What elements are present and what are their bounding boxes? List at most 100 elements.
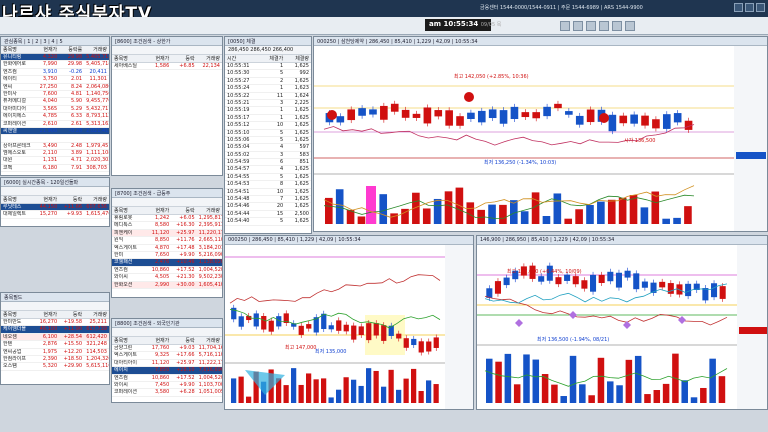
table-row[interactable]: 10:54:46 20 1,625 xyxy=(225,203,311,211)
table-row[interactable]: 코퍼레이션 2,610 2.615,313,162 xyxy=(1,121,109,128)
table-row[interactable]: 10:55:30 5 992 xyxy=(225,70,311,78)
column-header[interactable]: 등락 xyxy=(171,207,196,214)
daily-chart[interactable]: 146,900 | 286,950 | 85,410 | 1,229 | 42,… xyxy=(476,235,768,410)
column-header[interactable]: 현재가 xyxy=(34,311,59,318)
table-row[interactable]: 10:54:57 4 1,625 xyxy=(225,166,311,174)
table-row[interactable]: 루닛테스 44,150 +11.66 607,636 xyxy=(1,204,109,212)
watchlist-tabs[interactable]: 관심종목 | 1 | 2 | 3 | 4 | 5 xyxy=(1,37,109,46)
column-header[interactable]: 거래량 xyxy=(84,46,109,53)
column-header[interactable]: 종목명 xyxy=(112,55,146,62)
table-row[interactable]: 10:55:22 11 1,624 xyxy=(225,93,311,100)
table-row[interactable]: 피엔케이 11,120 +25.9711,220,174 xyxy=(112,229,222,238)
table-row[interactable]: 휴림로봇 1,242 +6.05 1,295,817 xyxy=(112,215,222,223)
lock-icon[interactable] xyxy=(625,21,635,31)
column-header[interactable]: 현재가 xyxy=(146,207,171,214)
table-row[interactable]: 유니티링 4,320 29.985,405,718 xyxy=(1,54,109,62)
table-row[interactable]: 엑스게이트 4,870 +17.48 3,184,201 xyxy=(112,245,222,252)
table-row[interactable]: 엠에스오토 2,110 3.891,111,108 xyxy=(1,150,109,158)
table-row[interactable]: 한미사 7,600 4.811,140,750 xyxy=(1,91,109,99)
table-row[interactable]: 10:54:53 8 1,625 xyxy=(225,181,311,189)
column-header[interactable]: 현재가 xyxy=(34,196,59,203)
table-row[interactable]: 네오셈 6,100 +28.54 612,420 xyxy=(1,333,109,342)
table-row[interactable]: 원익 8,850 +11.76 2,665,110 xyxy=(112,237,222,245)
table-row[interactable]: 와이씨 4,505 +21.30 9,502,230 xyxy=(112,274,222,282)
daily-chart-canvas[interactable]: 최고 147,000 (+6.44%, 10/09) 최저 136,500 (-1… xyxy=(477,245,768,410)
column-header[interactable]: 현재가 xyxy=(146,55,171,62)
column-header[interactable]: 체결가 xyxy=(259,55,285,62)
minute-chart-canvas[interactable]: 최고 147,000최저 135,000 xyxy=(225,245,474,410)
column-header[interactable]: 시간 xyxy=(225,55,259,62)
table-row[interactable]: 대제일렉트 15,270 +9.931,615,470 xyxy=(1,211,109,219)
column-header[interactable]: 현재가 xyxy=(34,46,59,53)
close-icon[interactable] xyxy=(756,3,765,12)
table-row[interactable]: 10:55:21 3 2,225 xyxy=(225,100,311,108)
column-header[interactable]: 종목명 xyxy=(112,207,146,214)
table-row[interactable]: 대원 1,131 4.712,020,303 xyxy=(1,157,109,165)
table-row[interactable]: 코웰패션 2,476 +10.46 1,138,020 xyxy=(112,259,222,267)
maximize-icon[interactable] xyxy=(745,3,754,12)
field-controls[interactable] xyxy=(1,302,109,311)
settings-icon[interactable] xyxy=(573,21,583,31)
column-header[interactable]: 거래량 xyxy=(197,337,222,344)
table-row[interactable]: 한텐 2,876 +15.50 321,248 xyxy=(1,341,109,349)
table-row[interactable]: 10:55:04 4 597 xyxy=(225,144,311,152)
table-row[interactable]: 한화에어로 7,990 29.985,405,718 xyxy=(1,61,109,69)
column-header[interactable]: 등락 xyxy=(171,337,196,344)
table-row[interactable]: 10:55:24 1 1,623 xyxy=(225,85,311,93)
table-row[interactable]: 씨앤엘 21,900 -0.282,021,413 xyxy=(1,127,109,136)
daily-chart-header[interactable]: 146,900 | 286,950 | 85,410 | 1,229 | 42,… xyxy=(477,236,767,245)
column-header[interactable]: 현재가 xyxy=(146,337,171,344)
table-row[interactable]: 10:55:10 5 1,625 xyxy=(225,130,311,137)
news-icon[interactable] xyxy=(599,21,609,31)
chart-icon[interactable] xyxy=(612,21,622,31)
table-row[interactable]: 10:55:27 2 1,625 xyxy=(225,78,311,86)
table-row[interactable] xyxy=(1,135,109,143)
table-row[interactable]: 퓨처메디컬 4,040 5.909,455,770 xyxy=(1,98,109,106)
column-header[interactable]: 종목명 xyxy=(1,311,34,318)
table-row[interactable]: 10:54:44 15 2,500 xyxy=(225,211,311,219)
table-row[interactable]: 세아베스틸 1,586 +6.85 22,134 xyxy=(112,63,222,71)
column-header[interactable]: 종목명 xyxy=(1,46,34,53)
column-header[interactable]: 등락 xyxy=(171,55,196,62)
table-row[interactable]: 한컴라이프 2,390 +18.501,204,320 xyxy=(1,356,109,364)
table-row[interactable]: 대아미디어 3,565 5.295,432,711 xyxy=(1,106,109,114)
table-row[interactable]: 엔씨 27,250 8.242,064,080 xyxy=(1,84,109,91)
table-row[interactable]: 엑스게이트 9,325 +17.66 5,716,110 xyxy=(112,352,222,360)
minute-chart[interactable]: 000250 | 286,450 | 85,410 | 1,229 | 42,0… xyxy=(224,235,474,410)
table-row[interactable]: 10:55:06 5 1,625 xyxy=(225,137,311,145)
order-icon[interactable] xyxy=(586,21,596,31)
main-chart[interactable]: 000250 | 삼천당제약 | 286,450 | 85,410 | 1,22… xyxy=(313,36,768,232)
table-row[interactable]: 오스템 5,320 +29.905,615,110 xyxy=(1,363,109,371)
table-row[interactable]: 에이치에스 4,785 6.338,793,112 xyxy=(1,113,109,121)
cond3-controls[interactable] xyxy=(112,328,222,337)
table-row[interactable]: 10:54:40 5 1,625 xyxy=(225,218,311,226)
table-row[interactable]: 10:54:55 5 1,625 xyxy=(225,174,311,182)
column-header[interactable]: 거래량 xyxy=(197,55,222,62)
table-row[interactable]: 에이치 7,850 +28.10 7,616,690 xyxy=(112,367,222,375)
screen-icon[interactable] xyxy=(560,21,570,31)
column-header[interactable]: 등락률 xyxy=(59,46,84,53)
table-row[interactable]: 엔씨공업 1,975 +12.20 114,503 xyxy=(1,349,109,356)
table-row[interactable]: 한화오션 2,990 +30.00 1,605,410 xyxy=(112,281,222,289)
table-row[interactable]: 10:54:48 7 1,625 xyxy=(225,196,311,204)
minimize-icon[interactable] xyxy=(734,3,743,12)
table-row[interactable]: 10:55:17 1 1,625 xyxy=(225,115,311,123)
table-row[interactable]: 에이티 3,750 2.01 11,301 xyxy=(1,76,109,84)
table-row[interactable]: 10:55:19 1 1,625 xyxy=(225,107,311,115)
table-row[interactable]: 한미반도 16,270 +19.58 25,211 xyxy=(1,319,109,327)
cond1-controls[interactable] xyxy=(112,46,222,55)
table-row[interactable]: 대아티아이 11,120 +25.9711,222,174 xyxy=(112,360,222,368)
table-row[interactable]: 케이엠더블 46,100 +11.90 627,739 xyxy=(1,326,109,334)
table-row[interactable]: 10:55:02 3 583 xyxy=(225,152,311,160)
column-header[interactable]: 등락 xyxy=(59,311,84,318)
table-row[interactable]: 와이씨 7,450 +9.90 1,103,700 xyxy=(112,382,222,390)
table-row[interactable]: 메디톡스 8,580 +16.30 2,395,911 xyxy=(112,222,222,230)
main-chart-header[interactable]: 000250 | 삼천당제약 | 286,450 | 85,410 | 1,22… xyxy=(314,37,767,46)
table-row[interactable]: 엔즈컴 3,910 -0.26 20,411 xyxy=(1,69,109,77)
table-row[interactable]: 한미 7,650 +9.90 5,216,090 xyxy=(112,252,222,260)
table-row[interactable]: 10:55:31 1 1,625 xyxy=(225,63,311,71)
column-header[interactable]: 거래량 xyxy=(84,196,109,203)
column-header[interactable]: 체결량 xyxy=(285,55,311,62)
column-header[interactable]: 거래량 xyxy=(197,207,222,214)
table-row[interactable]: 금양그린 17,760 +9.0311,704,161 xyxy=(112,345,222,353)
